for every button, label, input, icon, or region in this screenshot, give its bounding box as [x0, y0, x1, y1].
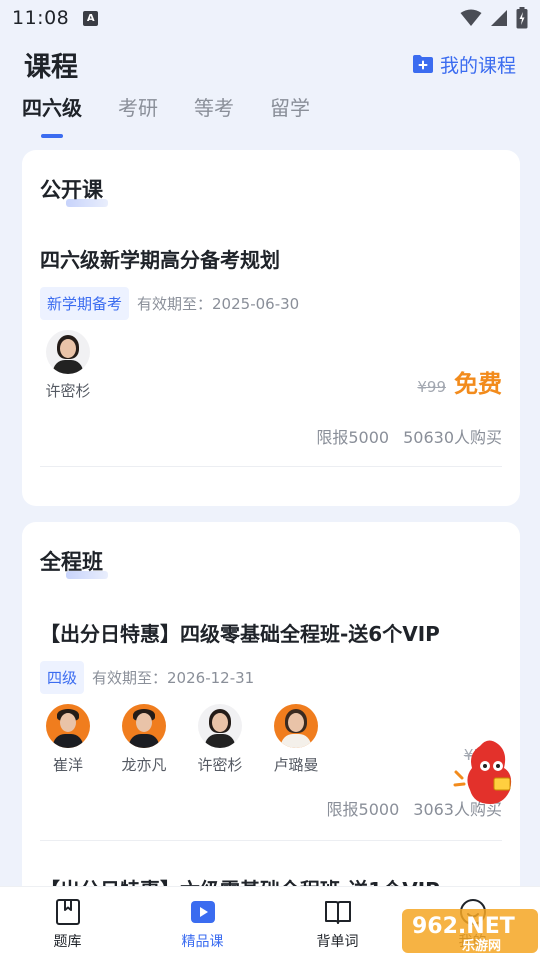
teacher-name: 许密杉 — [197, 756, 243, 774]
course-item[interactable]: 【出分日特惠】四级零基础全程班-送6个VIP 四级 有效期至：2026-12-3… — [40, 618, 502, 838]
full-course-card: 全程班 【出分日特惠】四级零基础全程班-送6个VIP 四级 有效期至：2026-… — [22, 522, 520, 902]
course-tag: 新学期备考 — [40, 287, 130, 320]
section-title: 公开课 — [40, 174, 108, 207]
avatar — [46, 704, 90, 748]
section-title-text: 全程班 — [40, 550, 103, 574]
course-tag: 四级 — [40, 661, 85, 694]
buyer-count: 50630人购买 — [403, 428, 502, 447]
teacher-name: 崔洋 — [52, 756, 83, 774]
signal-icon — [491, 10, 507, 26]
status-time: 11:08 — [12, 7, 70, 29]
site-watermark-logo: 962.NET 乐游网 — [402, 909, 538, 954]
my-course-button[interactable]: 我的课程 — [412, 51, 516, 78]
course-stats: 限报5000 50630人购买 — [316, 424, 502, 448]
play-video-icon — [190, 900, 215, 923]
page-title: 课程 — [24, 51, 78, 83]
avatar — [198, 704, 242, 748]
nav-label: 题库 — [53, 933, 82, 950]
divider — [40, 840, 502, 841]
original-price: ¥99 — [417, 378, 446, 396]
notification-a-icon: A — [83, 10, 99, 26]
teacher-list: 崔洋 龙亦凡 许密杉 卢璐曼 — [40, 704, 502, 775]
divider — [40, 466, 502, 467]
enroll-limit: 限报5000 — [316, 428, 390, 447]
course-validity: 有效期至：2025-06-30 — [137, 295, 300, 313]
battery-icon — [516, 7, 528, 29]
price-row: ¥99 免费 — [417, 364, 502, 399]
course-item[interactable]: 四六级新学期高分备考规划 新学期备考 有效期至：2025-06-30 许密杉 ¥… — [40, 244, 502, 464]
my-course-label: 我的课程 — [439, 54, 516, 77]
teacher: 崔洋 — [40, 704, 96, 775]
nav-item-vocabulary[interactable]: 背单词 — [298, 897, 378, 951]
sale-price: 免费 — [454, 370, 502, 398]
nav-label: 精品课 — [181, 933, 224, 950]
book-icon — [324, 900, 351, 924]
teacher: 许密杉 — [40, 330, 96, 401]
nav-item-premium-course[interactable]: 精品课 — [163, 897, 243, 951]
teacher: 卢璐曼 — [268, 704, 324, 775]
avatar — [122, 704, 166, 748]
promo-mascot-icon[interactable] — [452, 738, 522, 808]
tab-dengkao[interactable]: 等考 — [194, 90, 234, 126]
section-title: 全程班 — [40, 546, 108, 579]
page-header: 课程 我的课程 — [0, 44, 540, 84]
teacher-name: 许密杉 — [45, 382, 91, 400]
course-title: 四六级新学期高分备考规划 — [40, 248, 280, 272]
tab-kaoyan[interactable]: 考研 — [118, 90, 158, 126]
wifi-icon — [460, 9, 482, 26]
course-meta: 新学期备考 有效期至：2025-06-30 — [40, 287, 502, 320]
category-tabs: 四六级 考研 等考 留学 — [0, 90, 540, 140]
course-meta: 四级 有效期至：2026-12-31 — [40, 661, 502, 694]
teacher-name: 龙亦凡 — [121, 756, 167, 774]
avatar — [46, 330, 90, 374]
teacher-name: 卢璐曼 — [273, 756, 319, 774]
question-bank-icon — [55, 898, 80, 925]
avatar — [274, 704, 318, 748]
teacher: 龙亦凡 — [116, 704, 172, 775]
section-title-text: 公开课 — [40, 178, 103, 202]
nav-item-question-bank[interactable]: 题库 — [28, 897, 108, 951]
tab-cet46[interactable]: 四六级 — [22, 90, 82, 126]
enroll-limit: 限报5000 — [326, 800, 400, 819]
course-title: 【出分日特惠】四级零基础全程班-送6个VIP — [40, 622, 440, 646]
folder-plus-icon — [412, 55, 433, 73]
course-validity: 有效期至：2026-12-31 — [92, 669, 255, 687]
status-bar: 11:08 A — [0, 0, 540, 36]
watermark-text: 962.NET — [412, 914, 515, 939]
open-course-card: 公开课 四六级新学期高分备考规划 新学期备考 有效期至：2025-06-30 许… — [22, 150, 520, 506]
watermark-sub: 乐游网 — [462, 938, 501, 954]
tab-liuxue[interactable]: 留学 — [270, 90, 310, 126]
nav-label: 背单词 — [316, 933, 359, 950]
teacher: 许密杉 — [192, 704, 248, 775]
